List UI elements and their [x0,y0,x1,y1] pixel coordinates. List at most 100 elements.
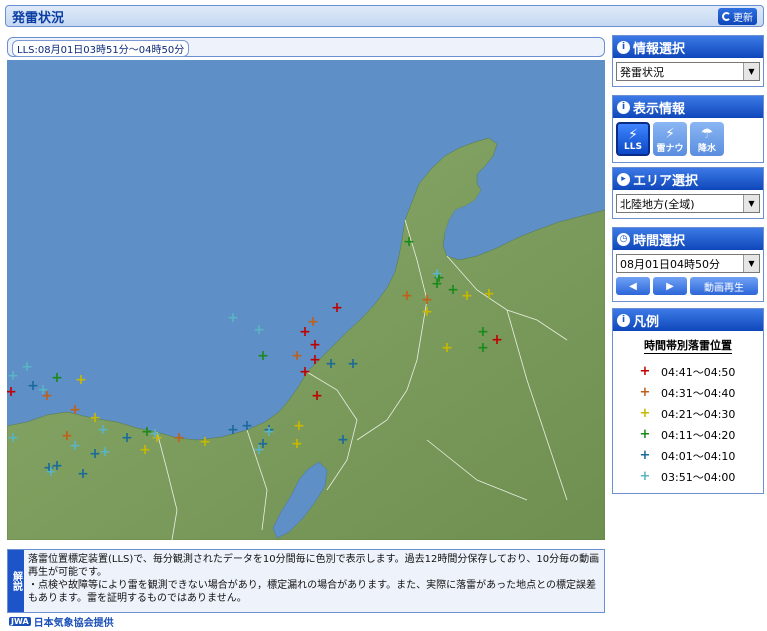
strike-marker: + [69,402,81,418]
strike-marker: + [291,436,303,452]
strike-marker: + [173,430,185,446]
precipitation-button[interactable]: ☂ 降水 [690,122,724,156]
chevron-down-icon: ▼ [743,63,759,80]
plus-marker-icon: + [639,448,651,463]
strike-marker: + [311,388,323,404]
info-select-dropdown[interactable]: 発雷状況 ▼ [616,62,760,81]
strike-marker: + [227,310,239,326]
strike-marker: + [403,234,415,250]
jwa-logo: JWA [9,617,31,626]
info-select-header: i 情報選択 [613,36,763,58]
strike-marker: + [293,418,305,434]
legend-subtitle-text: 時間帯別落雷位置 [644,339,732,354]
strike-marker: + [241,418,253,434]
strike-marker: + [337,432,349,448]
legend-item: +04:01～04:10 [613,445,763,466]
area-select-value: 北陸地方(全域) [620,197,695,211]
explanation-box: 解説 落雷位置標定装置(LLS)で、毎分観測されたデータを10分間毎に色別で表示… [7,549,605,613]
time-controls: ◀ ▶ 動画再生 [613,277,763,299]
strike-marker: + [299,364,311,380]
legend-list: +04:41～04:50 +04:31～04:40 +04:21～04:30 +… [613,361,763,487]
display-info-header: i 表示情報 [613,96,763,118]
strike-marker: + [7,368,19,384]
strike-marker: + [253,322,265,338]
time-select-dropdown[interactable]: 08月01日04時50分 ▼ [616,254,760,273]
display-info-panel: i 表示情報 ⚡ LLS ⚡ 雷ナウ ☂ 降水 [612,95,764,163]
strike-marker: + [421,304,433,320]
plus-marker-icon: + [639,385,651,400]
legend-item: +04:21～04:30 [613,403,763,424]
plus-marker-icon: + [639,364,651,379]
strike-marker: + [37,382,49,398]
strike-marker: + [401,288,413,304]
time-range-bar: LLS:08月01日03時51分～04時50分 [7,37,605,57]
info-icon: i [617,100,630,114]
lightning-nowcast-icon: ⚡ [665,126,675,142]
next-button[interactable]: ▶ [653,277,687,295]
time-select-header: ◷ 時間選択 [613,228,763,250]
explanation-line-1: 落雷位置標定装置(LLS)で、毎分観測されたデータを10分間毎に色別で表示します… [28,554,600,578]
strike-marker: + [309,352,321,368]
play-animation-button[interactable]: 動画再生 [690,277,758,295]
explanation-line-2: ・点検や故障等により雷を観測できない場合があり，標定漏れの場合があります。また、… [28,580,596,604]
legend-item-label: 03:51～04:00 [661,470,736,484]
map-canvas: ++++++++++++++ ++ + ++++++ ++++++++++++++ ++ +… [7,60,605,540]
strike-marker: + [75,372,87,388]
legend-title: 凡例 [633,314,660,330]
area-select-panel: ▸ エリア選択 北陸地方(全域) ▼ [612,167,764,219]
legend-item-label: 04:21～04:30 [661,407,736,421]
plus-marker-icon: + [639,427,651,442]
strike-marker: + [477,324,489,340]
strike-marker: + [227,422,239,438]
area-select-header: ▸ エリア選択 [613,168,763,190]
strike-marker: + [491,332,503,348]
chevron-down-icon: ▼ [743,195,759,212]
info-select-value: 発雷状況 [620,65,664,79]
legend-item: +04:31～04:40 [613,382,763,403]
strike-marker: + [263,424,275,440]
explanation-text: 落雷位置標定装置(LLS)で、毎分観測されたデータを10分間毎に色別で表示します… [24,550,604,612]
strike-marker: + [51,370,63,386]
precipitation-label: 降水 [697,144,716,154]
time-select-value: 08月01日04時50分 [620,257,720,271]
area-select-dropdown[interactable]: 北陸地方(全域) ▼ [616,194,760,213]
strike-marker: + [253,442,265,458]
strike-marker: + [45,464,57,480]
strike-marker: + [431,266,443,282]
explanation-tag: 解説 [8,550,24,612]
refresh-icon [722,11,731,21]
info-select-title: 情報選択 [633,41,686,57]
legend-item-label: 04:11～04:20 [661,428,736,442]
legend-item: +04:11～04:20 [613,424,763,445]
legend-subtitle: 時間帯別落雷位置 [613,337,763,354]
strike-marker: + [97,422,109,438]
clock-icon: ◷ [617,232,630,246]
strike-marker: + [347,356,359,372]
refresh-button[interactable]: 更新 [718,7,757,25]
legend-item: +03:51～04:00 [613,466,763,487]
legend-header: i 凡例 [613,309,763,331]
legend-item-label: 04:31～04:40 [661,386,736,400]
strike-marker: + [7,384,17,400]
area-select-title: エリア選択 [633,173,699,189]
strike-marker: + [99,444,111,460]
info-icon: i [617,313,630,327]
legend-item-label: 04:41～04:50 [661,365,736,379]
lightning-nowcast-button[interactable]: ⚡ 雷ナウ [653,122,687,156]
footer-text: 日本気象協会提供 [33,618,114,629]
strike-marker: + [441,340,453,356]
strike-marker: + [477,340,489,356]
time-select-title: 時間選択 [633,233,686,249]
strike-marker: + [325,356,337,372]
lightning-map[interactable]: + + + + + + + + + + + + + + + + + + + + + + + + + + + + + + + + + + + + + + + +… [7,60,605,540]
strike-marker: + [291,348,303,364]
time-select-panel: ◷ 時間選択 08月01日04時50分 ▼ ◀ ▶ 動画再生 [612,227,764,302]
lls-button[interactable]: ⚡ LLS [616,122,650,156]
header-bar: 発雷状況 更新 [5,5,764,27]
display-buttons: ⚡ LLS ⚡ 雷ナウ ☂ 降水 [613,118,763,160]
strike-marker: + [139,442,151,458]
plus-marker-icon: + [639,406,651,421]
prev-button[interactable]: ◀ [616,277,650,295]
chevron-down-icon: ▼ [743,255,759,272]
strike-marker: + [309,337,321,353]
